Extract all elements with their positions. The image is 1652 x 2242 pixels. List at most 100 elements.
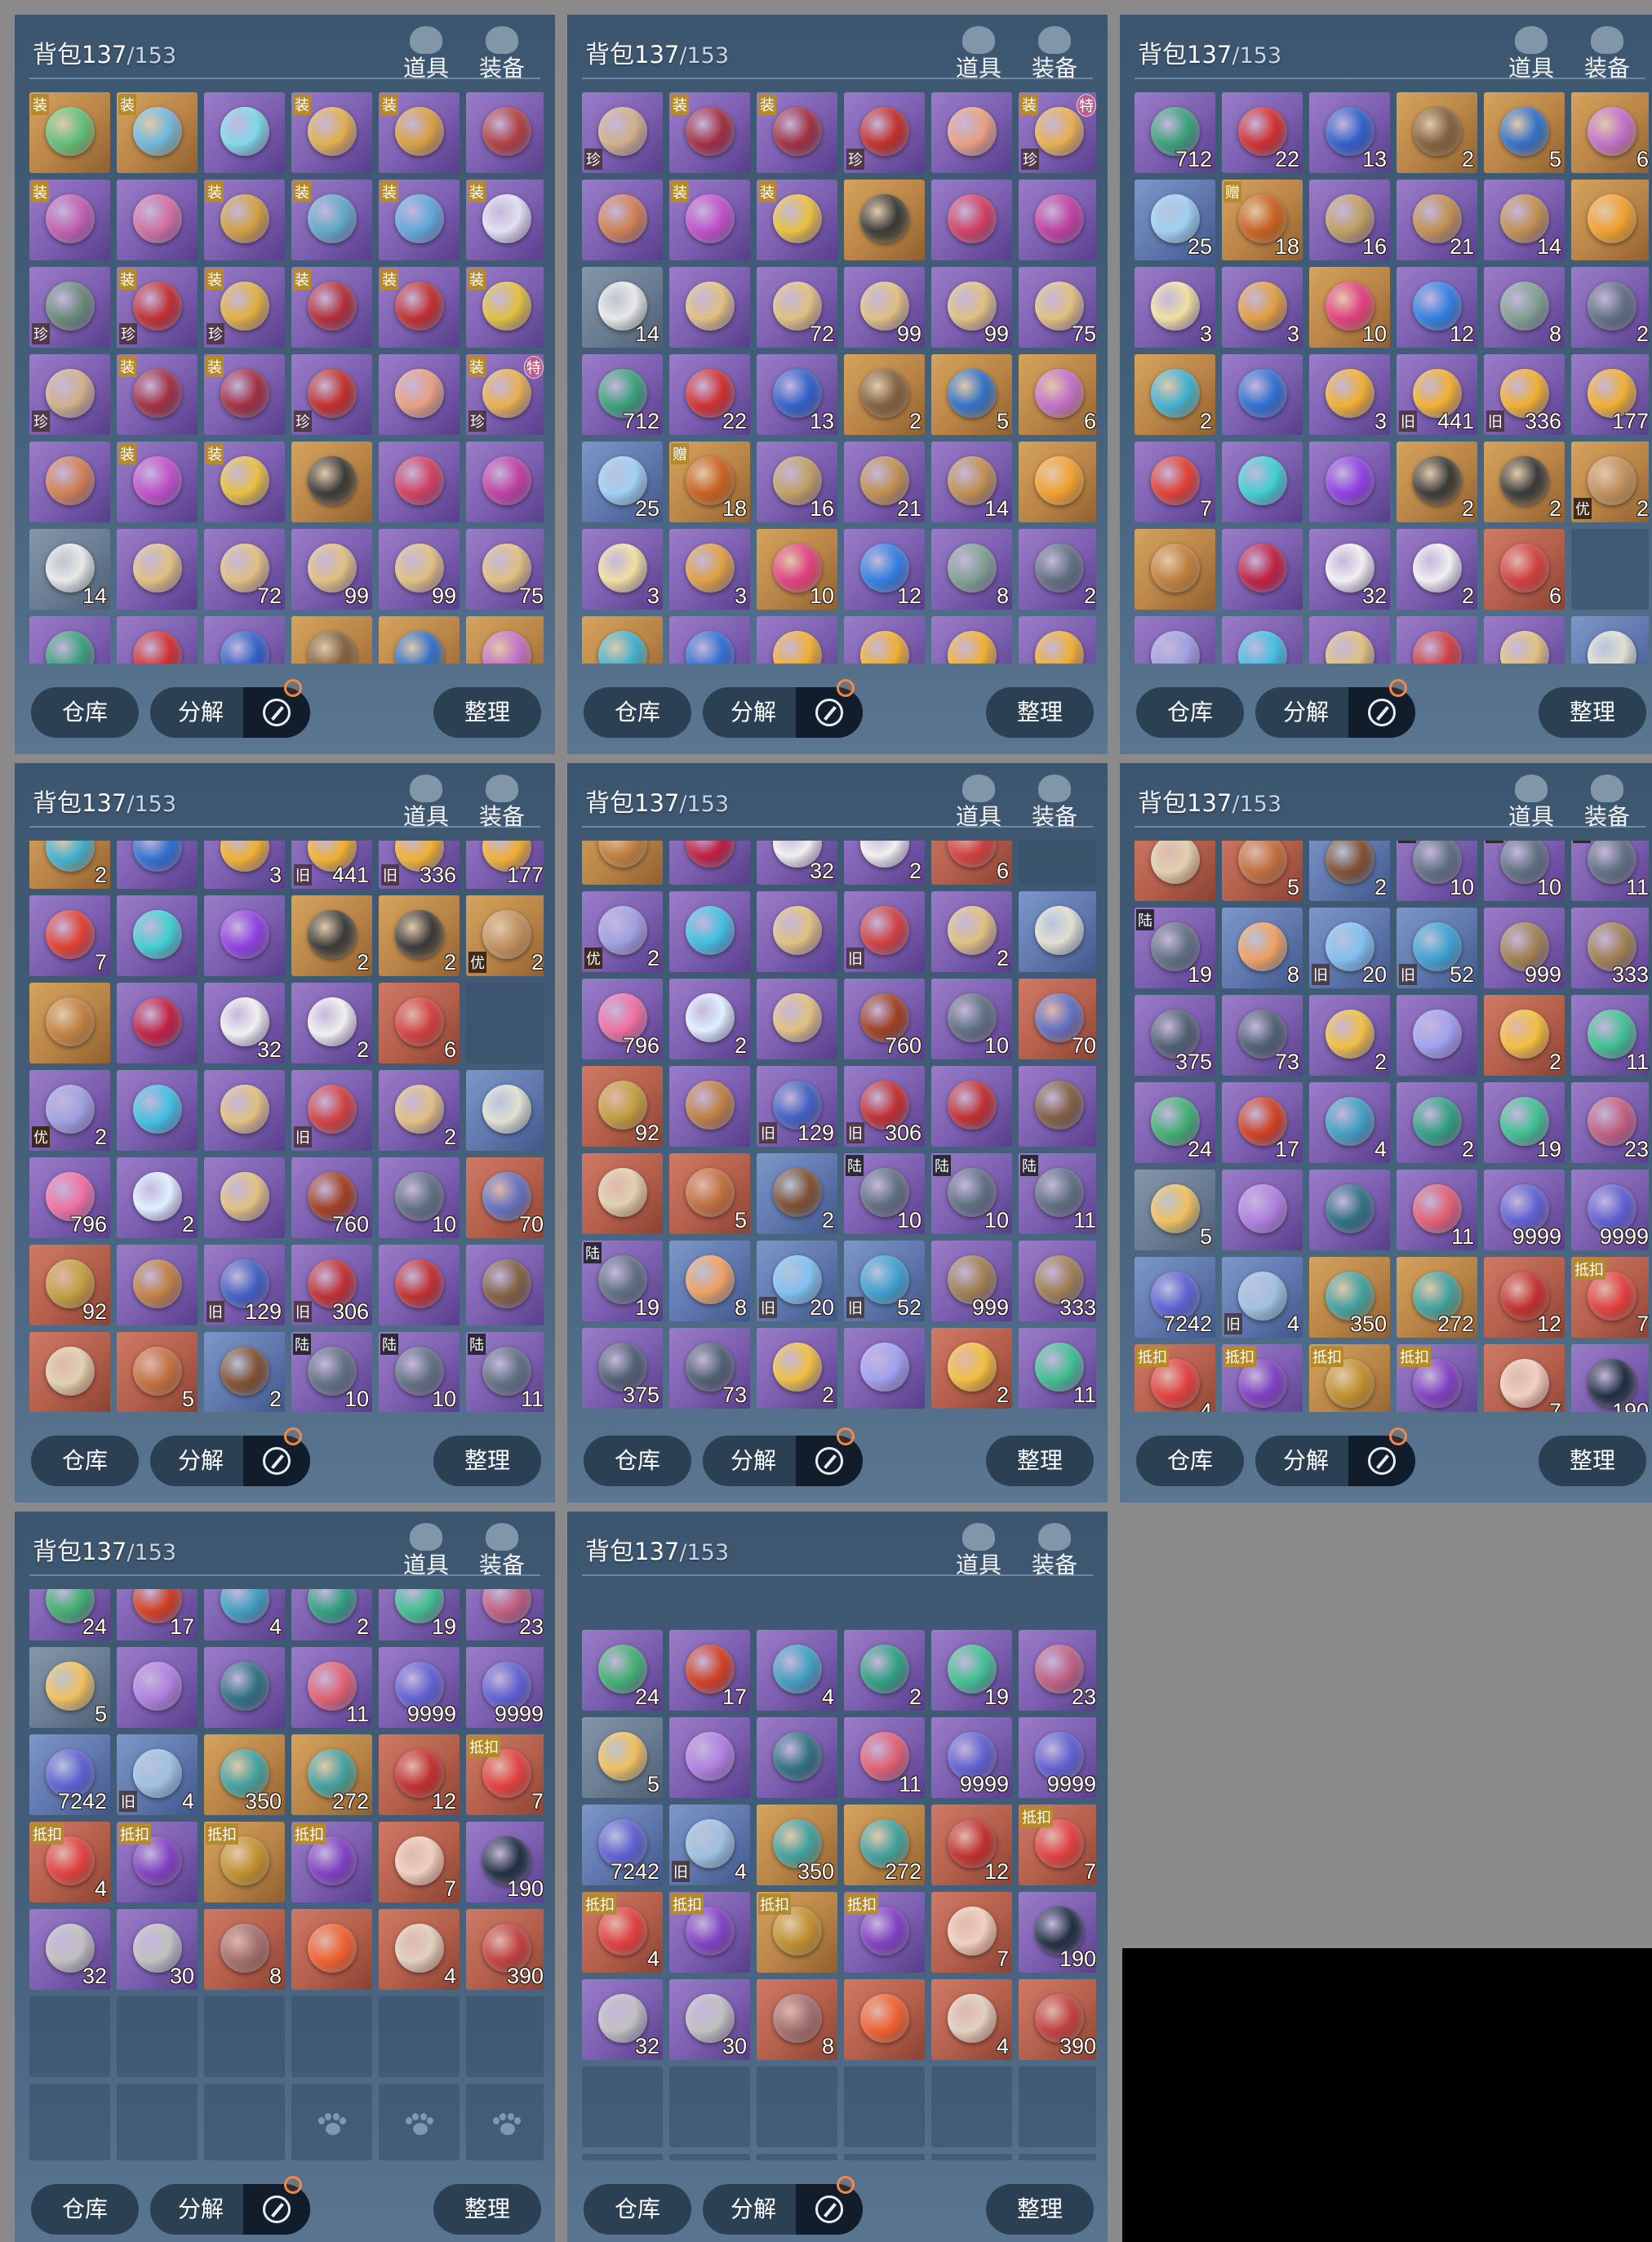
tab-items[interactable]: 道具 — [1505, 26, 1557, 82]
inventory-slot[interactable]: 11 — [1019, 1328, 1096, 1409]
inventory-slot[interactable]: 2 — [29, 841, 110, 889]
inventory-slot[interactable]: 2 — [291, 1589, 372, 1640]
inventory-slot[interactable]: 19 — [379, 1589, 460, 1640]
inventory-slot[interactable]: 旧4 — [117, 1734, 198, 1815]
inventory-slot[interactable]: 旧 306 — [291, 1245, 372, 1325]
inventory-slot[interactable]: 14 — [582, 267, 663, 348]
inventory-slot[interactable] — [117, 180, 198, 260]
inventory-slot[interactable]: 12 — [1397, 267, 1477, 348]
inventory-slot[interactable]: 2 — [1309, 841, 1390, 901]
inventory-slot[interactable]: 92 — [582, 1066, 663, 1147]
inventory-slot[interactable]: 999 — [931, 1241, 1012, 1321]
inventory-slot[interactable]: 旧4 — [1222, 1257, 1303, 1338]
inventory-slot[interactable]: 8 — [931, 529, 1012, 610]
empty-slot[interactable] — [931, 2067, 1012, 2147]
inventory-slot[interactable]: 2 — [931, 1328, 1012, 1409]
inventory-slot[interactable]: 16 — [1309, 180, 1390, 260]
inventory-slot[interactable] — [466, 1245, 544, 1325]
warehouse-button[interactable]: 仓库 — [584, 1436, 691, 1486]
inventory-slot[interactable]: 13 — [1309, 92, 1390, 173]
inventory-slot[interactable]: 3 — [1309, 354, 1390, 435]
inventory-slot[interactable]: 旧 52 — [1397, 908, 1477, 988]
inventory-slot[interactable]: 24 — [29, 1589, 110, 1640]
inventory-slot[interactable]: 2 — [844, 1630, 925, 1711]
tab-equipment[interactable]: 装备 — [1581, 775, 1633, 830]
locked-slot[interactable] — [379, 2084, 460, 2160]
inventory-slot[interactable] — [117, 1245, 198, 1325]
empty-slot[interactable] — [582, 2067, 663, 2147]
empty-slot[interactable] — [1019, 2067, 1096, 2147]
inventory-slot[interactable]: 装珍 — [117, 267, 198, 348]
inventory-slot[interactable]: 10 — [379, 1157, 460, 1238]
tab-items[interactable]: 道具 — [953, 26, 1005, 82]
inventory-slot[interactable] — [844, 180, 925, 260]
inventory-slot[interactable]: 32 — [757, 841, 837, 885]
inventory-slot[interactable]: 19 — [1484, 1082, 1565, 1163]
inventory-slot[interactable]: 11 — [844, 1717, 925, 1798]
inventory-slot[interactable]: 9999 — [1484, 1170, 1565, 1250]
inventory-slot[interactable]: 6 — [1019, 354, 1096, 435]
inventory-slot[interactable]: 12 — [1484, 1257, 1565, 1338]
inventory-slot[interactable]: 装 — [466, 267, 544, 348]
inventory-slot[interactable]: 375 — [582, 1328, 663, 1409]
inventory-slot[interactable]: 旧 — [844, 891, 925, 972]
inventory-slot[interactable]: 32 — [582, 1979, 663, 2060]
inventory-slot[interactable] — [931, 92, 1012, 173]
inventory-slot[interactable]: 712 — [29, 616, 110, 664]
inventory-slot[interactable]: 17 — [117, 1589, 198, 1640]
inventory-slot[interactable]: 装 — [29, 180, 110, 260]
decompose-tool-button[interactable] — [796, 1436, 863, 1486]
inventory-slot[interactable]: 抵扣 4 — [582, 1892, 663, 1973]
tab-equipment[interactable]: 装备 — [1028, 775, 1081, 830]
inventory-slot[interactable] — [379, 354, 460, 435]
inventory-slot[interactable]: 珍 — [291, 354, 372, 435]
decompose-button[interactable]: 分解 — [703, 2184, 863, 2235]
inventory-slot[interactable]: 99 — [931, 267, 1012, 348]
inventory-slot[interactable]: 抵扣 7 — [1571, 1257, 1649, 1338]
inventory-slot[interactable]: 375 — [1135, 995, 1215, 1076]
inventory-slot[interactable]: 19 — [931, 1630, 1012, 1711]
inventory-slot[interactable]: 装 — [291, 92, 372, 173]
empty-slot[interactable] — [291, 1996, 372, 2077]
inventory-slot[interactable] — [291, 1909, 372, 1990]
inventory-slot[interactable] — [204, 895, 285, 976]
decompose-button[interactable]: 分解 — [1255, 1436, 1415, 1486]
inventory-slot[interactable]: 9999 — [931, 1717, 1012, 1798]
inventory-slot[interactable]: 珍 — [29, 354, 110, 435]
inventory-slot[interactable] — [117, 895, 198, 976]
inventory-slot[interactable]: 14 — [29, 529, 110, 610]
inventory-slot[interactable]: 7242 — [29, 1734, 110, 1815]
inventory-slot[interactable]: 装珍 — [204, 267, 285, 348]
inventory-slot[interactable]: 6 — [379, 983, 460, 1063]
inventory-slot[interactable]: 抵扣 7 — [466, 1734, 544, 1815]
inventory-slot[interactable]: 8 — [204, 1909, 285, 1990]
inventory-slot[interactable]: 陆 10 — [379, 1332, 460, 1412]
inventory-slot[interactable]: 8 — [1222, 908, 1303, 988]
locked-slot[interactable] — [844, 2154, 925, 2160]
inventory-slot[interactable]: 390 — [1019, 1979, 1096, 2060]
inventory-slot[interactable] — [1222, 354, 1303, 435]
inventory-slot[interactable]: 272 — [291, 1734, 372, 1815]
inventory-slot[interactable]: 17 — [669, 1630, 750, 1711]
inventory-slot[interactable]: 2 — [291, 983, 372, 1063]
inventory-slot[interactable]: 陆 19 — [1135, 908, 1215, 988]
inventory-slot[interactable]: 712 — [1135, 92, 1215, 173]
inventory-slot[interactable] — [1135, 841, 1215, 901]
inventory-slot[interactable]: 7242 — [582, 1805, 663, 1885]
inventory-slot[interactable] — [117, 529, 198, 610]
locked-slot[interactable] — [1019, 2154, 1096, 2160]
inventory-slot[interactable] — [1309, 1170, 1390, 1250]
inventory-slot[interactable] — [669, 891, 750, 972]
inventory-slot[interactable] — [582, 841, 663, 885]
empty-slot[interactable] — [582, 2154, 663, 2160]
sort-button[interactable]: 整理 — [433, 1436, 541, 1486]
inventory-slot[interactable]: 珍 — [29, 267, 110, 348]
inventory-slot[interactable]: 抵扣 — [1222, 1344, 1303, 1412]
inventory-slot[interactable]: 装 — [204, 354, 285, 435]
sort-button[interactable]: 整理 — [433, 687, 541, 738]
decompose-tool-button[interactable] — [243, 1436, 310, 1486]
inventory-slot[interactable]: 390 — [466, 1909, 544, 1990]
inventory-slot[interactable]: 796 — [29, 1157, 110, 1238]
inventory-slot[interactable] — [757, 1717, 837, 1798]
locked-slot[interactable] — [931, 2154, 1012, 2160]
